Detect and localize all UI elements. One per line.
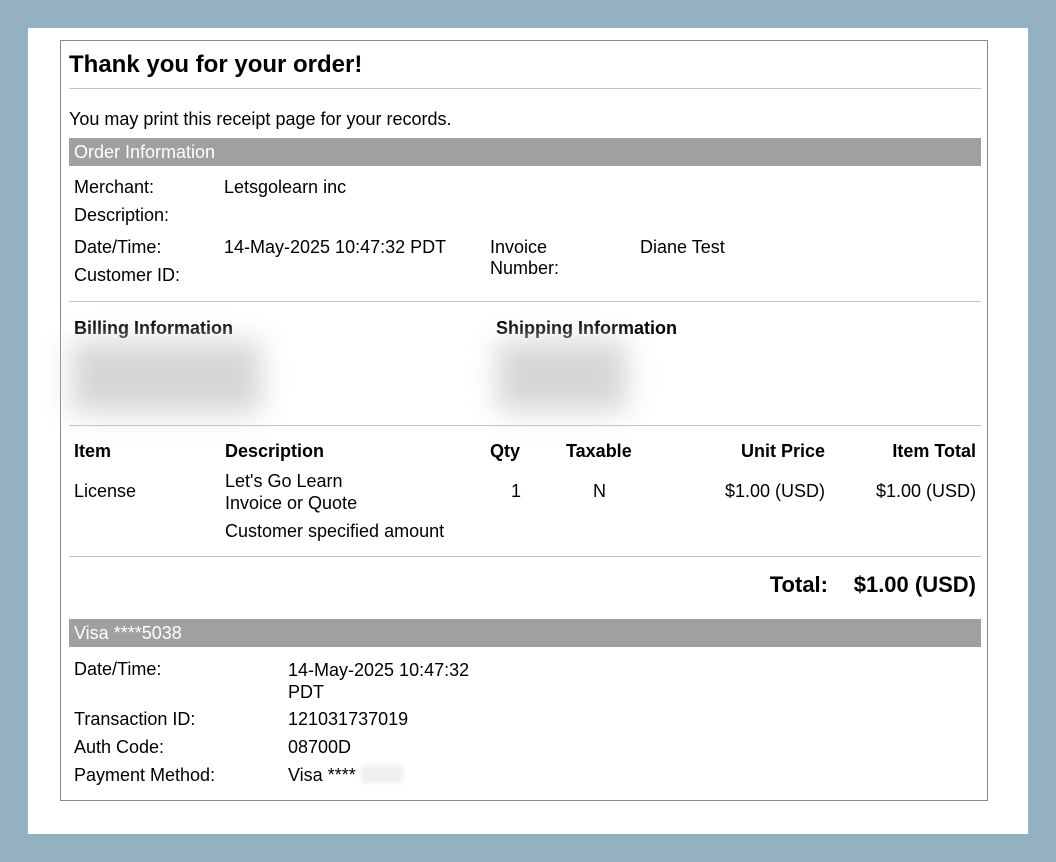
auth-code-value: 08700D bbox=[288, 737, 352, 757]
payment-datetime-line: 14-May-2025 10:47:32 bbox=[288, 660, 470, 680]
divider bbox=[69, 88, 981, 89]
table-row-qty: 1 bbox=[511, 481, 522, 501]
column-header-unit-price: Unit Price bbox=[740, 441, 825, 461]
invoice-label-line1: Invoice bbox=[490, 237, 548, 257]
invoice-number-value: Diane Test bbox=[640, 237, 725, 257]
merchant-value: Letsgolearn inc bbox=[224, 177, 347, 197]
payment-method-label: Payment Method: bbox=[74, 765, 216, 785]
column-header-qty: Qty bbox=[490, 441, 521, 461]
column-header-item: Item bbox=[74, 441, 112, 461]
total-label: Total: bbox=[769, 572, 828, 597]
total-value: $1.00 (USD) bbox=[853, 572, 976, 597]
table-row-description: Let's Go Learn Invoice or Quote Customer… bbox=[225, 470, 444, 542]
payment-datetime-label: Date/Time: bbox=[74, 659, 162, 679]
table-row-item: License bbox=[74, 481, 137, 501]
description-label: Description: bbox=[74, 205, 170, 225]
auth-code-label: Auth Code: bbox=[74, 737, 165, 757]
shipping-address-redacted bbox=[497, 341, 627, 411]
payment-datetime-line: PDT bbox=[288, 682, 324, 702]
divider bbox=[69, 425, 981, 426]
column-header-taxable: Taxable bbox=[566, 441, 632, 461]
billing-information-title: Billing Information bbox=[74, 318, 233, 338]
column-header-item-total: Item Total bbox=[892, 441, 976, 461]
payment-datetime-value: 14-May-2025 10:47:32 PDT bbox=[288, 659, 469, 703]
divider bbox=[69, 301, 981, 302]
payment-card-header: Visa ****5038 bbox=[69, 619, 981, 647]
invoice-label-line2: Number: bbox=[490, 258, 560, 278]
card-digits-redacted bbox=[361, 765, 403, 783]
billing-address-redacted bbox=[71, 341, 261, 413]
table-row-unit-price: $1.00 (USD) bbox=[724, 481, 825, 501]
customer-id-label: Customer ID: bbox=[74, 265, 181, 285]
description-line: Invoice or Quote bbox=[225, 493, 358, 513]
payment-method-value: Visa **** bbox=[288, 765, 356, 785]
table-row-taxable: N bbox=[593, 481, 606, 501]
transaction-id-value: 121031737019 bbox=[288, 709, 409, 729]
description-line: Let's Go Learn bbox=[225, 471, 343, 491]
column-header-description: Description bbox=[225, 441, 325, 461]
shipping-information-title: Shipping Information bbox=[496, 318, 677, 338]
intro-text: You may print this receipt page for your… bbox=[69, 109, 452, 129]
datetime-value: 14-May-2025 10:47:32 PDT bbox=[224, 237, 447, 257]
datetime-label: Date/Time: bbox=[74, 237, 162, 257]
divider bbox=[69, 556, 981, 557]
description-line: Customer specified amount bbox=[225, 521, 445, 541]
table-row-item-total: $1.00 (USD) bbox=[875, 481, 976, 501]
order-information-header: Order Information bbox=[69, 138, 981, 166]
transaction-id-label: Transaction ID: bbox=[74, 709, 196, 729]
page-title: Thank you for your order! bbox=[69, 51, 363, 78]
invoice-number-label: Invoice Number: bbox=[490, 237, 559, 279]
merchant-label: Merchant: bbox=[74, 177, 155, 197]
receipt-panel: Thank you for your order! You may print … bbox=[60, 40, 988, 801]
page-background: Thank you for your order! You may print … bbox=[28, 28, 1028, 834]
